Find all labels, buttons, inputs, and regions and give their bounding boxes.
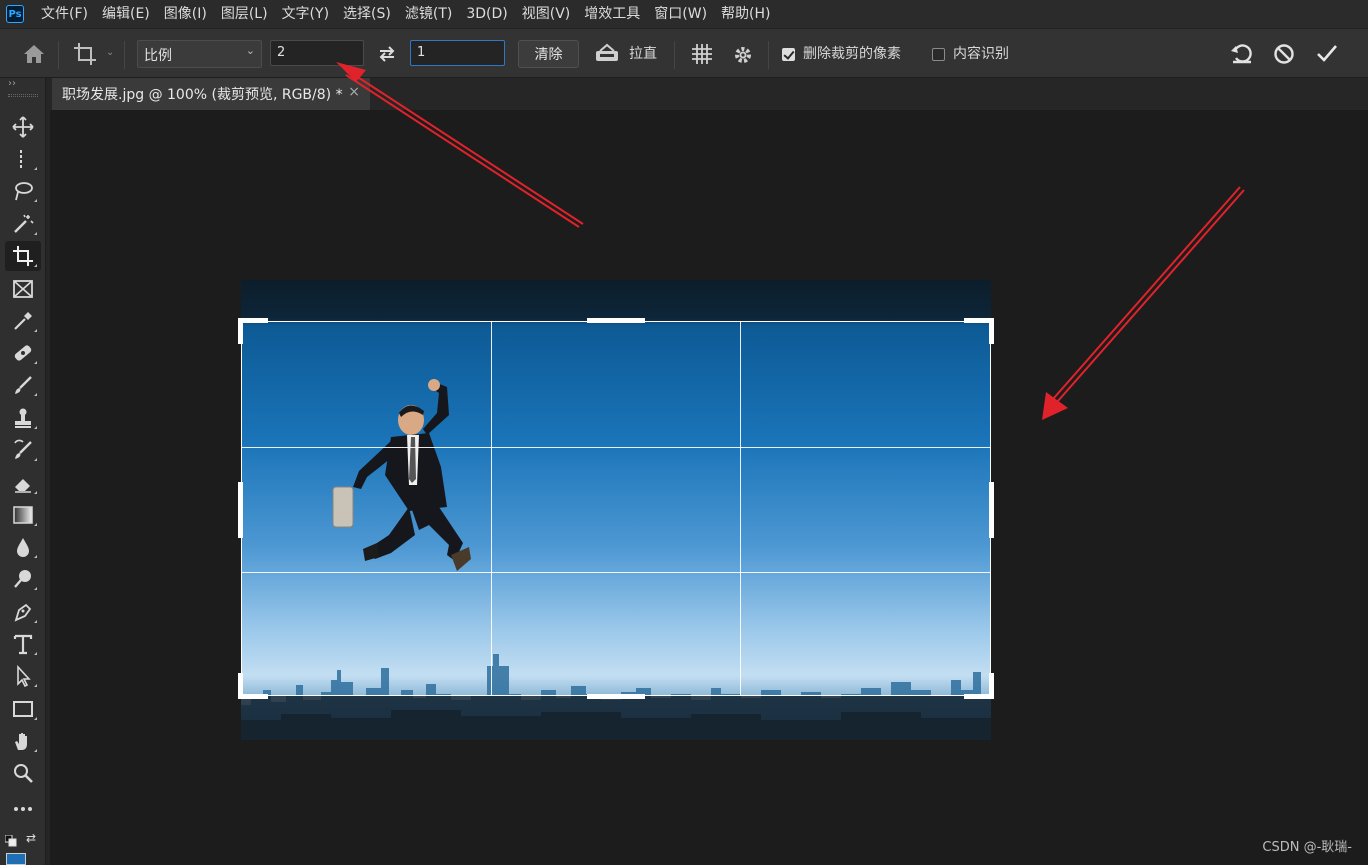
swap-icon[interactable]: [376, 43, 398, 65]
path-selection-tool-icon[interactable]: [5, 661, 41, 691]
blur-tool-icon[interactable]: [5, 532, 41, 562]
crop-shield-bottom: [241, 696, 991, 740]
dodge-tool-icon[interactable]: [5, 564, 41, 594]
type-tool-icon[interactable]: [5, 629, 41, 659]
hand-tool-icon[interactable]: [5, 726, 41, 756]
delete-cropped-label[interactable]: 删除裁剪的像素: [803, 44, 901, 64]
content-aware-label[interactable]: 内容识别: [953, 44, 1009, 64]
chevron-down-icon: ⌄: [245, 44, 255, 57]
crop-handle-right[interactable]: [989, 482, 994, 538]
menu-file[interactable]: 文件(F): [34, 0, 95, 28]
reset-icon[interactable]: [1230, 42, 1254, 66]
pen-tool-icon[interactable]: [5, 597, 41, 627]
crop-grid-line: [491, 322, 492, 695]
menu-view[interactable]: 视图(V): [515, 0, 578, 28]
menu-plugins[interactable]: 增效工具: [577, 0, 647, 28]
crop-preset-icon[interactable]: [72, 41, 98, 67]
gear-icon[interactable]: [732, 43, 756, 67]
eyedropper-tool-icon[interactable]: [5, 306, 41, 336]
menu-3d[interactable]: 3D(D): [459, 0, 514, 28]
menu-select[interactable]: 选择(S): [336, 0, 398, 28]
default-colors-icon[interactable]: [4, 832, 17, 847]
commit-check-icon[interactable]: [1314, 42, 1340, 66]
history-brush-tool-icon[interactable]: [5, 435, 41, 465]
swap-colors-icon[interactable]: ⇄: [26, 831, 40, 845]
gradient-tool-icon[interactable]: [5, 500, 41, 530]
crop-grid-line: [242, 447, 990, 448]
crop-handle-top[interactable]: [587, 318, 645, 323]
delete-cropped-checkbox[interactable]: [782, 48, 795, 61]
frame-tool-icon[interactable]: [5, 274, 41, 304]
lasso-tool-icon[interactable]: [5, 176, 41, 206]
ratio-preset-select[interactable]: 比例 ⌄: [137, 40, 262, 68]
zoom-tool-icon[interactable]: [5, 758, 41, 788]
width-ratio-input[interactable]: 2: [270, 40, 364, 66]
document-tab-bar: 职场发展.jpg @ 100% (裁剪预览, RGB/8) * ×: [46, 78, 1368, 110]
document-tab-title: 职场发展.jpg @ 100% (裁剪预览, RGB/8) *: [62, 87, 343, 103]
ratio-preset-value: 比例: [144, 48, 172, 64]
menu-help[interactable]: 帮助(H): [714, 0, 777, 28]
options-bar: ⌄ 比例 ⌄ 2 1 清除 拉直 删除裁剪的像素 内容识别: [0, 28, 1368, 78]
tools-panel: ›› ⇄: [0, 78, 46, 865]
crop-handle-bottom-left[interactable]: [238, 673, 243, 699]
move-tool-icon[interactable]: [5, 112, 41, 142]
chevron-down-icon[interactable]: ⌄: [106, 47, 114, 58]
eraser-tool-icon[interactable]: [5, 468, 41, 498]
crop-handle-top-right[interactable]: [989, 318, 994, 344]
crop-grid-line: [740, 322, 741, 695]
cancel-icon[interactable]: [1272, 42, 1296, 66]
crop-handle-bottom[interactable]: [587, 694, 645, 699]
more-tools-icon[interactable]: [5, 794, 41, 824]
menu-bar: Ps 文件(F) 编辑(E) 图像(I) 图层(L) 文字(Y) 选择(S) 滤…: [0, 0, 1368, 28]
rectangle-tool-icon[interactable]: [5, 694, 41, 724]
menu-filter[interactable]: 滤镜(T): [398, 0, 459, 28]
crop-tool-icon[interactable]: [5, 241, 41, 271]
watermark-text: CSDN @-耿瑞-: [1262, 840, 1352, 855]
content-aware-checkbox[interactable]: [932, 48, 945, 61]
foreground-color-swatch[interactable]: [6, 853, 26, 865]
crop-grid-line: [242, 572, 990, 573]
collapse-chevron-icon[interactable]: ››: [8, 78, 16, 89]
healing-brush-tool-icon[interactable]: [5, 338, 41, 368]
crop-box[interactable]: [238, 318, 994, 699]
straighten-label[interactable]: 拉直: [629, 44, 657, 64]
panel-grip[interactable]: [8, 94, 38, 97]
crop-shield-top: [241, 280, 991, 321]
home-icon[interactable]: [22, 43, 46, 65]
height-ratio-input[interactable]: 1: [410, 40, 505, 66]
menu-layer[interactable]: 图层(L): [214, 0, 275, 28]
close-icon[interactable]: ×: [348, 84, 360, 100]
menu-window[interactable]: 窗口(W): [647, 0, 714, 28]
clear-button[interactable]: 清除: [518, 40, 579, 68]
marquee-tool-icon[interactable]: [5, 144, 41, 174]
magic-wand-tool-icon[interactable]: [5, 209, 41, 239]
clone-stamp-tool-icon[interactable]: [5, 403, 41, 433]
menu-image[interactable]: 图像(I): [157, 0, 214, 28]
menu-type[interactable]: 文字(Y): [275, 0, 336, 28]
photoshop-logo-icon[interactable]: Ps: [6, 5, 24, 23]
straighten-icon[interactable]: [594, 42, 620, 64]
menu-edit[interactable]: 编辑(E): [95, 0, 157, 28]
brush-tool-icon[interactable]: [5, 370, 41, 400]
overlay-grid-icon[interactable]: [690, 42, 714, 66]
crop-handle-bottom-right[interactable]: [989, 673, 994, 699]
crop-handle-top-left[interactable]: [238, 318, 243, 344]
document-tab[interactable]: 职场发展.jpg @ 100% (裁剪预览, RGB/8) * ×: [52, 78, 370, 110]
crop-handle-left[interactable]: [238, 482, 243, 538]
